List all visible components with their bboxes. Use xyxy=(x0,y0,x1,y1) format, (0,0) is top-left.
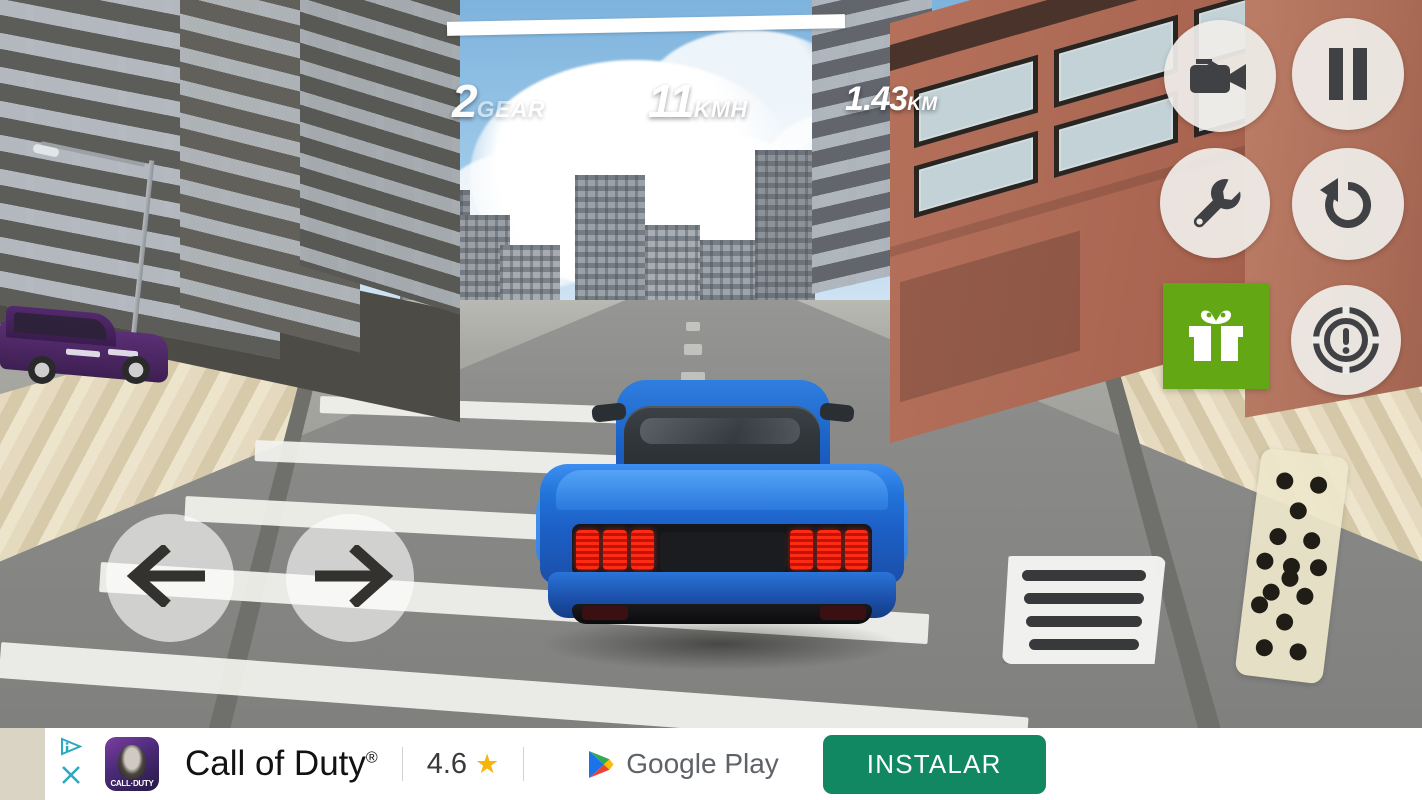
game-world-viewport: 2GEAR 11KMH 1.43KM xyxy=(0,0,1422,728)
ad-title: Call of Duty® xyxy=(185,744,378,784)
pedal-grip-dot xyxy=(1268,527,1288,547)
steer-right-button[interactable] xyxy=(286,514,414,642)
rear-windshield xyxy=(624,406,820,470)
gift-icon xyxy=(1187,306,1245,367)
pause-icon xyxy=(1326,48,1370,100)
ad-title-text: Call of Duty xyxy=(185,744,366,783)
gear-label: GEAR xyxy=(476,96,546,122)
wrench-icon xyxy=(1188,176,1242,230)
traffic-car xyxy=(0,300,170,390)
google-play-icon xyxy=(588,750,614,779)
ad-icon-brand: CALL·DUTY xyxy=(110,779,154,788)
license-plate xyxy=(660,532,786,572)
pedal-grip-dot xyxy=(1275,471,1295,491)
speed-indicator: 11KMH xyxy=(648,74,748,128)
google-play-badge[interactable]: Google Play xyxy=(588,748,779,780)
pause-button[interactable] xyxy=(1292,18,1404,130)
distance-label: KM xyxy=(907,94,938,115)
ad-close-icon[interactable] xyxy=(60,764,82,791)
ad-trademark: ® xyxy=(365,749,378,767)
side-mirror xyxy=(819,402,855,423)
pedal-grip-dot xyxy=(1309,558,1328,578)
taillight-right xyxy=(790,530,868,570)
ad-rating-value: 4.6 xyxy=(426,747,468,780)
exhaust xyxy=(820,606,866,620)
ad-divider xyxy=(523,747,525,781)
brake-warning-icon xyxy=(1310,304,1382,376)
pedal-grip-dot xyxy=(1255,551,1275,571)
pedal-grip-dot xyxy=(1302,531,1322,551)
pedal-grip-dot xyxy=(1295,586,1315,606)
brake-pedal[interactable] xyxy=(1002,556,1166,664)
pedal-grip-dot xyxy=(1254,638,1274,658)
reset-button[interactable] xyxy=(1292,148,1404,260)
install-button[interactable]: INSTALAR xyxy=(822,734,1046,794)
reset-arrow-icon xyxy=(1319,176,1377,232)
pedal-grip-dot xyxy=(1275,612,1295,632)
arrow-left-icon xyxy=(126,542,213,612)
pedal-grip-dot xyxy=(1288,642,1308,662)
distance-value: 1.43 xyxy=(845,80,908,118)
gear-indicator: 2GEAR xyxy=(452,74,545,128)
lane-dash xyxy=(686,322,700,331)
distance-indicator: 1.43KM xyxy=(845,80,938,119)
google-play-label: Google Play xyxy=(626,748,779,779)
star-icon: ★ xyxy=(475,748,500,779)
arrow-right-icon xyxy=(307,542,394,612)
ad-banner[interactable]: CALL·DUTY Call of Duty® 4.6 ★ Google Pla… xyxy=(0,728,1422,800)
hud-stats: 2GEAR 11KMH 1.43KM xyxy=(0,40,1000,127)
game-screen: 2GEAR 11KMH 1.43KM CALL·DUTY Call of Dut… xyxy=(0,0,1422,800)
camera-button[interactable] xyxy=(1164,20,1276,132)
garage-button[interactable] xyxy=(1160,148,1270,258)
player-car xyxy=(520,378,924,678)
ad-divider xyxy=(401,747,403,781)
pedal-grip-dot xyxy=(1288,501,1308,521)
ad-left-gutter xyxy=(0,728,45,800)
lane-dash xyxy=(684,344,702,355)
adchoices-icon xyxy=(60,737,83,761)
steer-left-button[interactable] xyxy=(106,514,234,642)
ad-rating: 4.6 ★ xyxy=(427,748,500,781)
pedal-grip-dot xyxy=(1309,475,1329,495)
exhaust xyxy=(582,606,628,620)
speed-value: 11 xyxy=(648,75,695,127)
speed-label: KMH xyxy=(693,96,748,122)
handbrake-button[interactable] xyxy=(1291,285,1401,395)
gear-value: 2 xyxy=(452,75,478,127)
taillight-left xyxy=(576,530,654,570)
adchoices-button[interactable] xyxy=(45,728,97,800)
camera-icon xyxy=(1189,55,1251,97)
ad-app-icon[interactable]: CALL·DUTY xyxy=(105,737,159,791)
gift-button[interactable] xyxy=(1163,283,1269,389)
